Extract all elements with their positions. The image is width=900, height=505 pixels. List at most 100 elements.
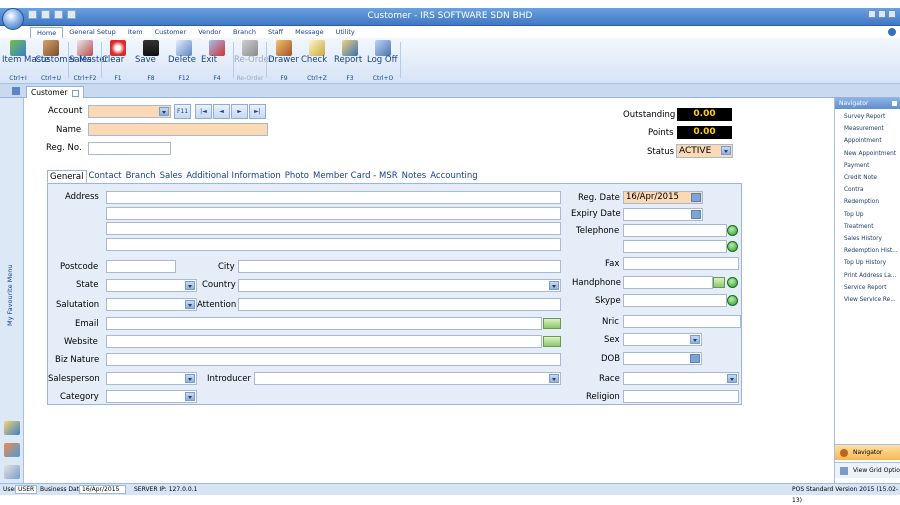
tab-general[interactable]: General [47,170,87,183]
nav-measurement[interactable]: Measurement [835,123,900,135]
ribbon-tab-utility[interactable]: Utility [330,27,361,38]
regno-field[interactable] [88,142,171,155]
fax-field[interactable] [623,257,739,270]
tab-notes[interactable]: Notes [400,170,429,183]
f11-button[interactable]: F11 [174,104,191,119]
nav-redemption-history[interactable]: Redemption Hist... [835,245,900,257]
check-button[interactable]: Check Ctrl+Z [301,40,333,82]
reg-date-calendar-icon[interactable] [691,193,701,202]
nav-new-appointment[interactable]: New Appointment [835,148,900,160]
tab-accounting[interactable]: Accounting [428,170,479,183]
dob-field[interactable] [623,352,702,365]
business-date-value[interactable]: 16/Apr/2015 [79,485,126,494]
language-icon[interactable] [4,465,20,479]
sms-icon[interactable] [713,277,725,288]
ribbon-tab-item[interactable]: Item [122,27,149,38]
logoff-button[interactable]: Log Off Ctrl+O [367,40,399,82]
country-select[interactable] [238,279,561,292]
introducer-select[interactable] [254,372,561,385]
restore-icon[interactable] [878,10,886,18]
religion-field[interactable] [623,390,739,403]
nav-contra[interactable]: Contra [835,184,900,196]
dob-calendar-icon[interactable] [690,354,700,363]
doc-menu-icon[interactable] [12,87,20,95]
favourite-icon[interactable] [4,421,20,435]
call-handphone-icon[interactable] [727,277,738,288]
state-select[interactable] [106,279,197,292]
address-line-2[interactable] [106,207,561,220]
reorder-button[interactable]: Re-Order Re-Order [234,40,272,82]
favourite-menu-label[interactable]: My Favourite Menu [6,264,14,326]
sales-button[interactable]: Sales Ctrl+F2 [69,40,101,82]
skype-call-icon[interactable] [727,295,738,306]
help-icon[interactable] [888,28,896,36]
pin-icon[interactable] [892,101,897,106]
close-tab-icon[interactable] [72,89,80,97]
nav-appointment[interactable]: Appointment [835,135,900,147]
nav-treatment[interactable]: Treatment [835,221,900,233]
nav-credit-note[interactable]: Credit Note [835,172,900,184]
nav-top-up-history[interactable]: Top Up History [835,257,900,269]
ribbon-tab-home[interactable]: Home [30,27,64,38]
website-field[interactable] [106,335,542,348]
nav-sales-history[interactable]: Sales History [835,233,900,245]
account-dropdown-icon[interactable] [159,107,169,116]
nav-view-service-report[interactable]: View Service Re... [835,294,900,306]
open-website-icon[interactable] [543,336,561,347]
expiry-date-field[interactable] [623,208,703,221]
tab-sales[interactable]: Sales [158,170,185,183]
nav-print-address-label[interactable]: Print Address La... [835,270,900,282]
close-icon[interactable] [888,10,896,18]
nav-service-report[interactable]: Service Report [835,282,900,294]
nav-redemption[interactable]: Redemption [835,196,900,208]
race-select[interactable] [623,372,739,385]
item-master-button[interactable]: Item Maste Ctrl+I [2,40,50,82]
nav-top-up[interactable]: Top Up [835,209,900,221]
nric-field[interactable] [623,315,741,328]
name-field[interactable] [88,123,268,136]
email-field[interactable] [106,317,542,330]
introducer-dropdown-icon[interactable] [549,374,559,383]
status-select[interactable]: ACTIVE [676,144,733,158]
ribbon-tab-staff[interactable]: Staff [262,27,289,38]
app-menu-orb[interactable] [2,8,24,30]
doc-tab-customer[interactable]: Customer [26,86,85,98]
tab-member-card[interactable]: Member Card - MSR [311,170,400,183]
drawer-button[interactable]: Drawer F9 [268,40,300,82]
ribbon-tab-branch[interactable]: Branch [227,27,262,38]
customer-master-button[interactable]: Customer Master Ctrl+U [35,40,108,82]
ribbon-tab-vendor[interactable]: Vendor [192,27,227,38]
delete-button[interactable]: Delete F12 [168,40,200,82]
status-dropdown-icon[interactable] [721,146,731,155]
save-button[interactable]: Save F8 [135,40,167,82]
postcode-field[interactable] [106,260,176,273]
ribbon-tab-customer[interactable]: Customer [149,27,193,38]
tab-additional-information[interactable]: Additional Information [184,170,283,183]
expiry-date-calendar-icon[interactable] [691,210,701,219]
address-line-1[interactable] [106,191,561,204]
attention-field[interactable] [238,298,561,311]
next-record-button[interactable]: ► [231,104,248,119]
report-button[interactable]: Report F3 [334,40,366,82]
ribbon-tab-general-setup[interactable]: General Setup [63,27,122,38]
exit-button[interactable]: Exit F4 [201,40,233,82]
minimize-icon[interactable] [868,10,876,18]
country-dropdown-icon[interactable] [549,281,559,290]
biz-nature-field[interactable] [106,353,561,366]
sex-select[interactable] [623,333,702,346]
state-dropdown-icon[interactable] [185,281,195,290]
address-line-3[interactable] [106,222,561,235]
category-dropdown-icon[interactable] [185,392,195,401]
prev-record-button[interactable]: ◄ [213,104,230,119]
skype-field[interactable] [623,294,727,307]
salesperson-select[interactable] [106,372,197,385]
last-record-button[interactable]: ►| [249,104,266,119]
reg-date-field[interactable]: 16/Apr/2015 [623,191,703,204]
call-telephone-2-icon[interactable] [727,241,738,252]
tab-contact[interactable]: Contact [87,170,124,183]
city-field[interactable] [238,260,561,273]
send-email-icon[interactable] [543,318,561,329]
tab-branch[interactable]: Branch [124,170,158,183]
category-select[interactable] [106,390,197,403]
salesperson-dropdown-icon[interactable] [185,374,195,383]
